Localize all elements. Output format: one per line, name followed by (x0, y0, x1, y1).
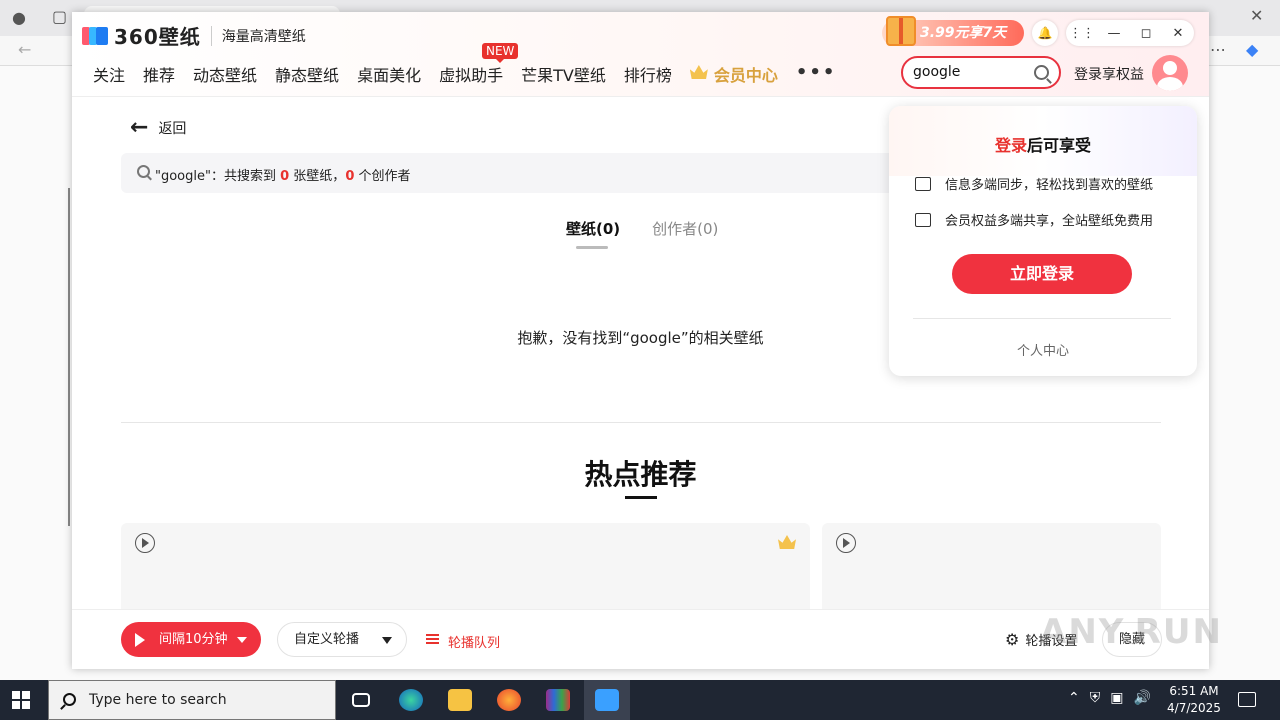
interval-button[interactable]: 间隔10分钟 (121, 622, 261, 657)
nav-item-vip-center[interactable]: 会员中心 (689, 62, 778, 86)
search-icon[interactable] (1034, 65, 1049, 80)
result-tabs: 壁纸(0) 创作者(0) (566, 218, 718, 249)
nav-item-desktop-beautify[interactable]: 桌面美化 (357, 62, 421, 86)
new-badge: NEW (482, 43, 519, 63)
benefit-text: 会员权益多端共享，全站壁纸免费用 (945, 214, 1154, 229)
search-input[interactable] (913, 64, 1023, 80)
back-label: 返回 (158, 120, 187, 137)
copilot-icon[interactable]: ◆ (1246, 40, 1258, 59)
section-divider (121, 422, 1161, 423)
taskbar: Type here to search ⌃ ⛨ ▣ 🔊 6:51 AM 4/7/… (0, 680, 1280, 720)
main-nav: 关注 推荐 动态壁纸 静态壁纸 桌面美化 虚拟助手 芒果TV壁纸 排行榜 会员中… (93, 62, 854, 86)
watermark: ANY.RUN (1040, 612, 1223, 652)
browser-close-icon[interactable]: ✕ (1250, 6, 1263, 25)
clock-date: 4/7/2025 (1167, 701, 1221, 715)
avatar[interactable] (1152, 55, 1188, 91)
gift-icon (886, 16, 916, 46)
wallpaper-count: 0 (280, 169, 290, 184)
carousel-queue-link[interactable]: 轮播队列 (426, 632, 500, 651)
nav-item-follow[interactable]: 关注 (93, 62, 125, 86)
system-tray: ⌃ ⛨ ▣ 🔊 (1068, 690, 1151, 706)
task-view-icon[interactable] (338, 680, 384, 720)
carousel-bar: 间隔10分钟 自定义轮播 轮播队列 ⚙ 轮播设置 隐藏 (72, 609, 1209, 669)
nav-item-mango-tv[interactable]: 芒果TV壁纸 (521, 62, 606, 86)
crown-icon (689, 65, 708, 79)
crown-outline-icon (915, 176, 931, 191)
login-now-button[interactable]: 立即登录 (952, 254, 1132, 294)
wallpaper-card[interactable] (822, 523, 1161, 623)
volume-icon[interactable]: 🔊 (1133, 690, 1150, 706)
benefit-text: 信息多端同步，轻松找到喜欢的壁纸 (945, 178, 1154, 193)
logo-text: 360壁纸 (114, 25, 201, 49)
vip-promo-banner[interactable]: 3.99元享7天 (882, 16, 1024, 46)
search-icon (63, 693, 76, 706)
winrar-icon[interactable] (535, 680, 581, 720)
nav-item-live-wallpaper[interactable]: 动态壁纸 (193, 62, 257, 86)
notification-icon[interactable] (1238, 692, 1256, 707)
custom-carousel-dropdown[interactable]: 自定义轮播 (277, 622, 407, 657)
windows-start-icon[interactable] (12, 691, 30, 709)
file-explorer-icon[interactable] (437, 680, 483, 720)
chevron-up-icon[interactable]: ⌃ (1068, 690, 1080, 706)
tab-actions-icon[interactable]: ▢ (52, 7, 67, 26)
browser-side-edge (68, 188, 70, 526)
close-icon[interactable]: ✕ (1162, 20, 1194, 46)
nav-item-recommend[interactable]: 推荐 (143, 62, 175, 86)
benefit-item: 信息多端同步，轻松找到喜欢的壁纸 (915, 174, 1153, 193)
back-nav-icon[interactable]: ← (18, 40, 31, 59)
maximize-icon[interactable]: ◻ (1130, 20, 1162, 46)
tab-creators[interactable]: 创作者(0) (652, 218, 718, 239)
tab-wallpapers[interactable]: 壁纸(0) (566, 218, 620, 249)
profile-icon[interactable]: ● (12, 8, 26, 27)
personal-center-link[interactable]: 个人中心 (889, 340, 1197, 359)
hot-recommend-title: 热点推荐 (584, 458, 697, 491)
devices-icon (915, 212, 931, 227)
play-icon[interactable] (836, 533, 856, 553)
logo-mark-icon (82, 25, 110, 47)
play-icon[interactable] (135, 533, 155, 553)
login-popup: 登录后可享受 信息多端同步，轻松找到喜欢的壁纸 会员权益多端共享，全站壁纸免费用… (889, 106, 1197, 376)
nav-item-ranking[interactable]: 排行榜 (624, 62, 672, 86)
nav-item-static-wallpaper[interactable]: 静态壁纸 (275, 62, 339, 86)
title-underline (625, 496, 657, 499)
browser-menu-icon[interactable]: ⋯ (1210, 40, 1226, 59)
app-slogan: 海量高清壁纸 (221, 28, 306, 45)
gear-icon: ⚙ (1005, 630, 1020, 649)
creator-count: 0 (345, 169, 355, 184)
search-icon (137, 165, 150, 178)
arrow-left-icon: ← (130, 115, 149, 140)
network-icon[interactable]: ▣ (1110, 690, 1123, 706)
window-button-group: ⋮⋮ — ◻ ✕ (1066, 20, 1194, 46)
search-box[interactable] (901, 56, 1061, 89)
popup-divider (913, 318, 1171, 319)
back-button[interactable]: ← 返回 (130, 115, 186, 140)
clock-time: 6:51 AM (1169, 684, 1219, 698)
crown-icon (778, 535, 796, 549)
logo-divider (210, 25, 212, 46)
popup-title: 登录后可享受 (994, 136, 1092, 155)
login-benefits-link[interactable]: 登录享权益 (1074, 64, 1144, 84)
nav-item-virtual-assistant[interactable]: 虚拟助手 (439, 62, 503, 86)
wallpaper-app-taskbar-icon[interactable] (584, 680, 630, 720)
bell-icon[interactable]: 🔔 (1032, 20, 1058, 46)
vip-center-label: 会员中心 (713, 66, 778, 85)
app-logo[interactable]: 360壁纸 海量高清壁纸 (82, 21, 306, 50)
edge-icon[interactable] (388, 680, 434, 720)
wallpaper-card[interactable] (121, 523, 810, 623)
benefit-item: 会员权益多端共享，全站壁纸免费用 (915, 210, 1153, 229)
mini-mode-icon[interactable]: ⋮⋮ (1066, 20, 1098, 46)
clock[interactable]: 6:51 AM 4/7/2025 (1166, 683, 1222, 717)
taskbar-search-placeholder: Type here to search (89, 692, 227, 708)
promo-text: 3.99元享7天 (920, 25, 1007, 41)
taskbar-search[interactable]: Type here to search (48, 680, 336, 720)
security-icon[interactable]: ⛨ (1090, 690, 1101, 706)
app-header: 360壁纸 海量高清壁纸 3.99元享7天 🔔 ⋮⋮ — ◻ ✕ NEW 关注 … (72, 12, 1209, 97)
more-menu-icon[interactable]: ••• (796, 62, 837, 86)
minimize-icon[interactable]: — (1098, 20, 1130, 46)
window-controls: 🔔 ⋮⋮ — ◻ ✕ (1032, 20, 1194, 46)
result-summary-text: "google"：共搜索到 0 张壁纸，0 个创作者 (155, 169, 411, 184)
firefox-icon[interactable] (486, 680, 532, 720)
